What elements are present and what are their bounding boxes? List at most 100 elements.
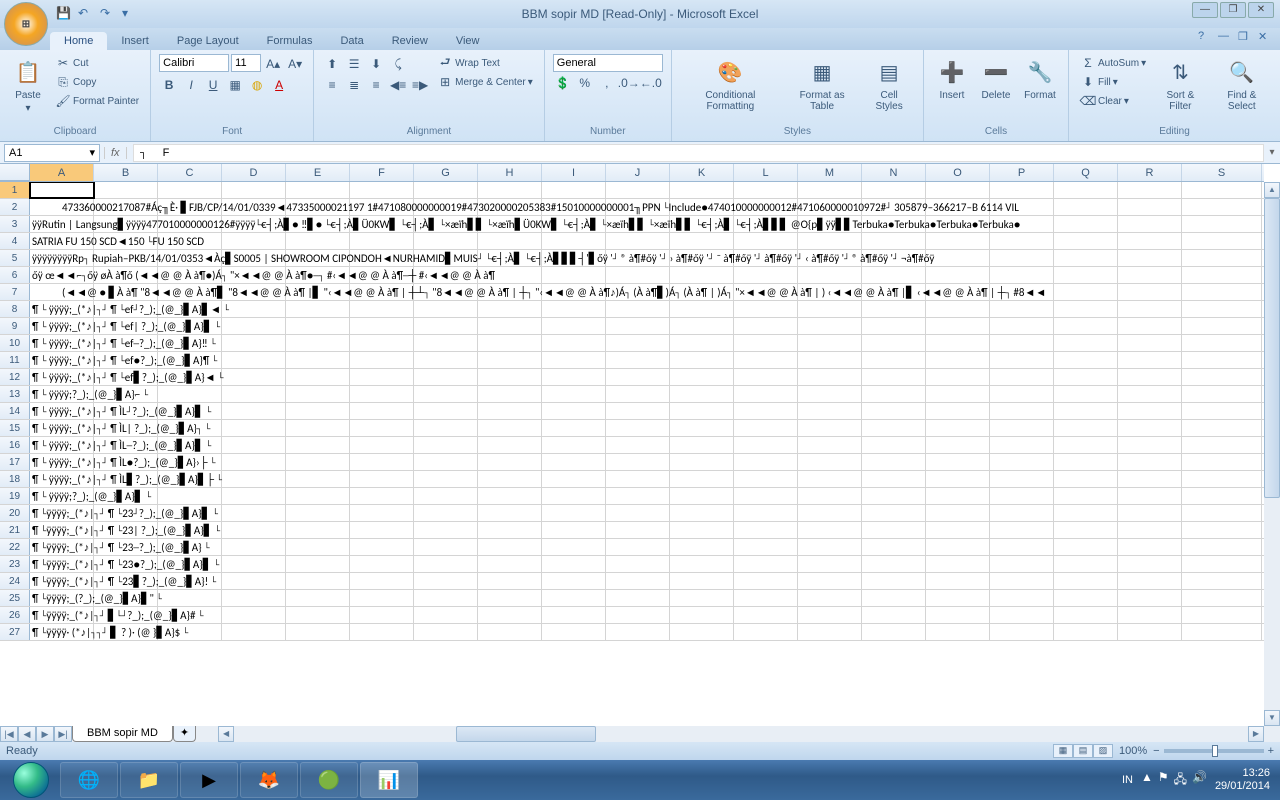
start-button[interactable] [4,761,58,799]
cell[interactable] [350,454,414,470]
column-header[interactable]: C [158,164,222,181]
format-painter-button[interactable]: 🖌Format Painter [52,92,142,110]
cell[interactable] [734,471,798,487]
cell[interactable] [414,369,478,385]
cell[interactable] [926,369,990,385]
cell[interactable] [798,522,862,538]
cell[interactable] [926,233,990,249]
cell[interactable] [1054,352,1118,368]
scroll-up-icon[interactable]: ▲ [1264,182,1280,198]
cell[interactable] [606,471,670,487]
autosum-button[interactable]: ΣAutoSum▾ [1077,54,1149,72]
scroll-down-icon[interactable]: ▼ [1264,710,1280,726]
cell[interactable] [1182,233,1262,249]
cell[interactable] [670,182,734,198]
column-header[interactable]: N [862,164,926,181]
number-format-select[interactable] [553,54,663,72]
cell[interactable] [1118,369,1182,385]
cell[interactable] [926,437,990,453]
cell[interactable] [670,318,734,334]
cell[interactable] [478,556,542,572]
cell[interactable] [606,556,670,572]
cell[interactable] [286,233,350,249]
ribbon-restore-icon[interactable]: ❐ [1238,30,1252,44]
cell[interactable] [1182,590,1262,606]
cell[interactable] [542,403,606,419]
row-header[interactable]: 23 [0,556,30,572]
inc-decimal-icon[interactable]: .0→ [619,73,639,93]
cell[interactable] [542,471,606,487]
cell[interactable] [222,471,286,487]
cell[interactable] [350,335,414,351]
cell[interactable] [414,522,478,538]
cell[interactable] [1118,624,1182,640]
taskbar-media-icon[interactable]: ▶ [180,762,238,798]
cell[interactable] [1182,539,1262,555]
cell[interactable] [926,471,990,487]
column-header[interactable]: L [734,164,798,181]
cell[interactable] [1182,624,1262,640]
cell[interactable] [670,386,734,402]
shrink-font-icon[interactable]: A▾ [285,54,305,74]
cell[interactable] [350,420,414,436]
cell[interactable] [798,454,862,470]
spreadsheet-grid[interactable]: ABCDEFGHIJKLMNOPQRS 1┐ F2473360000217087… [0,164,1280,742]
taskbar-excel-icon[interactable]: 📊 [360,762,418,798]
cell[interactable] [542,369,606,385]
cell[interactable] [286,539,350,555]
cell[interactable] [1182,437,1262,453]
cell[interactable] [286,182,350,198]
cell[interactable] [1118,590,1182,606]
cell[interactable] [1118,488,1182,504]
cell[interactable] [286,556,350,572]
cell[interactable] [542,352,606,368]
row-header[interactable]: 4 [0,233,30,249]
find-select-button[interactable]: 🔍Find & Select [1212,54,1272,114]
row-header[interactable]: 13 [0,386,30,402]
cell[interactable] [798,539,862,555]
column-header[interactable]: E [286,164,350,181]
cell[interactable] [222,454,286,470]
cell[interactable] [670,369,734,385]
cell[interactable] [542,539,606,555]
cell[interactable] [158,386,222,402]
indent-inc-icon[interactable]: ≡▶ [410,75,430,95]
cell[interactable] [862,301,926,317]
cell[interactable] [1054,335,1118,351]
row-header[interactable]: 16 [0,437,30,453]
cell[interactable] [222,352,286,368]
cell[interactable] [1054,471,1118,487]
cell[interactable] [606,505,670,521]
cell[interactable] [862,403,926,419]
cell[interactable] [1054,454,1118,470]
cell[interactable] [1182,420,1262,436]
copy-button[interactable]: ⎘Copy [52,73,142,91]
cell[interactable] [606,386,670,402]
cell[interactable] [862,539,926,555]
cell[interactable] [478,573,542,589]
cell[interactable] [670,403,734,419]
row-header[interactable]: 8 [0,301,30,317]
cell[interactable] [1182,573,1262,589]
cell[interactable] [734,488,798,504]
cell[interactable] [606,590,670,606]
cell[interactable] [862,233,926,249]
cell[interactable] [222,403,286,419]
cell[interactable] [798,301,862,317]
tab-page-layout[interactable]: Page Layout [163,32,253,50]
cell[interactable] [734,386,798,402]
cell[interactable] [478,488,542,504]
cell[interactable] [926,386,990,402]
cell[interactable] [990,420,1054,436]
column-header[interactable]: P [990,164,1054,181]
cell[interactable] [670,301,734,317]
cell[interactable] [350,505,414,521]
cell[interactable] [286,471,350,487]
cell[interactable] [606,420,670,436]
cell[interactable] [1118,386,1182,402]
cell[interactable] [798,386,862,402]
tab-home[interactable]: Home [50,32,107,50]
cell[interactable] [734,590,798,606]
cell[interactable] [1118,505,1182,521]
italic-button[interactable]: I [181,75,201,95]
